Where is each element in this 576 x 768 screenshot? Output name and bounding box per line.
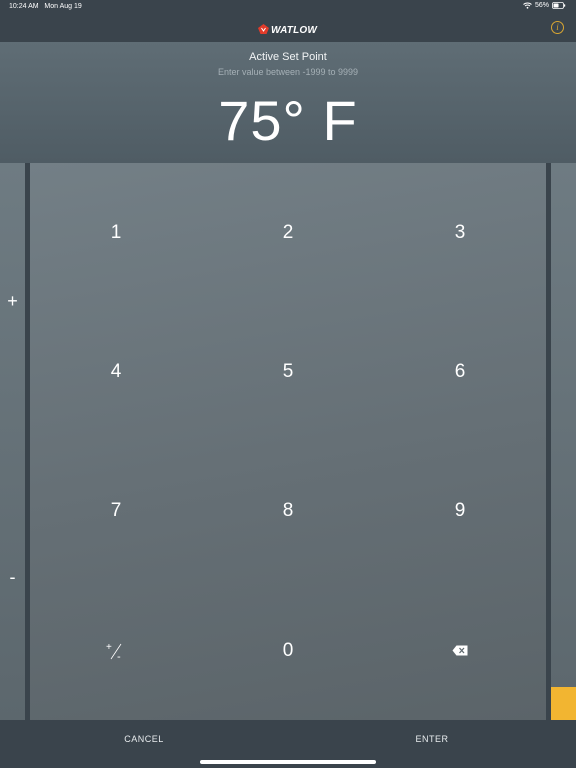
stepper-strip: + - [0,163,25,720]
info-button[interactable]: i [551,21,564,34]
key-2[interactable]: 2 [202,163,374,302]
value-range-hint: Enter value between -1999 to 9999 [217,67,359,77]
decrement-button[interactable]: - [0,567,25,588]
status-date: Mon Aug 19 [44,3,82,10]
info-icon: i [556,22,559,32]
home-indicator[interactable] [200,760,376,764]
level-fill [551,687,576,720]
key-1[interactable]: 1 [30,163,202,302]
wifi-icon [523,2,532,9]
page-title: Active Set Point [249,51,327,63]
minus-sign: - [117,651,121,662]
set-point-value: 75° F [218,89,358,152]
cancel-button[interactable]: CANCEL [0,720,288,758]
plus-minus-icon: + - [106,642,122,662]
battery-icon [552,2,566,9]
battery-percent: 56% [534,2,549,9]
key-7[interactable]: 7 [30,441,202,580]
level-slider[interactable] [551,163,576,720]
key-4[interactable]: 4 [30,302,202,441]
watlow-logo: WATLOW [258,21,317,39]
key-3[interactable]: 3 [374,163,546,302]
status-indicators: 56% [523,2,566,9]
key-0[interactable]: 0 [202,581,374,720]
key-8[interactable]: 8 [202,441,374,580]
status-bar: 10:24 AM Mon Aug 19 56% [0,0,576,14]
backspace-icon [452,645,468,656]
key-5[interactable]: 5 [202,302,374,441]
set-point-header: Active Set Point Enter value between -19… [0,42,576,163]
key-9[interactable]: 9 [374,441,546,580]
numeric-keypad: 1 2 3 4 5 6 7 8 9 + - 0 [30,163,546,720]
plus-sign: + [106,642,112,653]
increment-button[interactable]: + [0,291,25,312]
enter-button[interactable]: ENTER [288,720,576,758]
key-6[interactable]: 6 [374,302,546,441]
nav-bar: WATLOW i [0,14,576,42]
status-time: 10:24 AM [9,3,39,10]
status-time-date: 10:24 AM Mon Aug 19 [9,3,82,10]
action-bar: CANCEL ENTER [0,720,576,768]
backspace-key[interactable] [374,581,546,720]
watlow-logo-icon [258,21,269,39]
plus-minus-key[interactable]: + - [30,581,202,720]
brand-name: WATLOW [271,24,317,36]
